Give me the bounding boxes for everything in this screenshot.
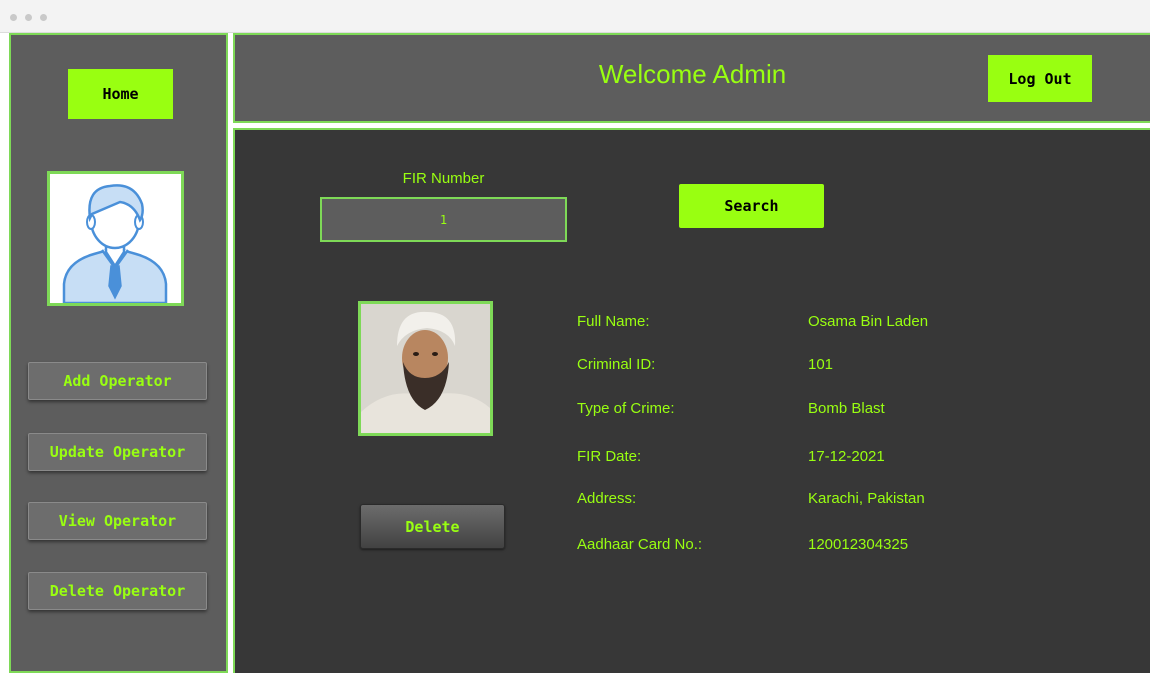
crime-type-label: Type of Crime:	[577, 400, 675, 417]
search-button[interactable]: Search	[679, 184, 824, 228]
delete-operator-button[interactable]: Delete Operator	[28, 572, 207, 610]
address-label: Address:	[577, 490, 637, 507]
criminal-id-label: Criminal ID:	[577, 356, 656, 373]
address-value: Karachi, Pakistan	[808, 490, 925, 507]
home-button[interactable]: Home	[68, 69, 173, 119]
full-name-value: Osama Bin Laden	[808, 313, 929, 330]
criminal-id-value: 101	[808, 356, 834, 373]
fir-date-value: 17-12-2021	[808, 448, 885, 465]
sidebar: Home Add Operator Update Operator View O…	[9, 33, 228, 673]
update-operator-button[interactable]: Update Operator	[28, 433, 207, 471]
full-name-label: Full Name:	[577, 313, 650, 330]
window-titlebar	[0, 0, 1150, 33]
fir-number-label: FIR Number	[402, 170, 485, 187]
criminal-photo-image	[361, 304, 490, 433]
view-operator-button[interactable]: View Operator	[28, 502, 207, 540]
log-out-button[interactable]: Log Out	[988, 55, 1092, 102]
aadhaar-label: Aadhaar Card No.:	[577, 536, 703, 553]
close-window-icon[interactable]	[10, 14, 17, 21]
add-operator-button[interactable]: Add Operator	[28, 362, 207, 400]
user-avatar-icon	[62, 184, 168, 303]
minimize-window-icon[interactable]	[25, 14, 32, 21]
criminal-photo	[358, 301, 493, 436]
zoom-window-icon[interactable]	[40, 14, 47, 21]
crime-type-value: Bomb Blast	[808, 400, 885, 417]
fir-date-label: FIR Date:	[577, 448, 642, 465]
delete-button[interactable]: Delete	[360, 504, 505, 549]
admin-avatar	[47, 171, 184, 306]
fir-number-input[interactable]	[320, 197, 567, 242]
header-bar: Welcome Admin Log Out	[233, 33, 1150, 123]
aadhaar-value: 120012304325	[808, 536, 909, 553]
